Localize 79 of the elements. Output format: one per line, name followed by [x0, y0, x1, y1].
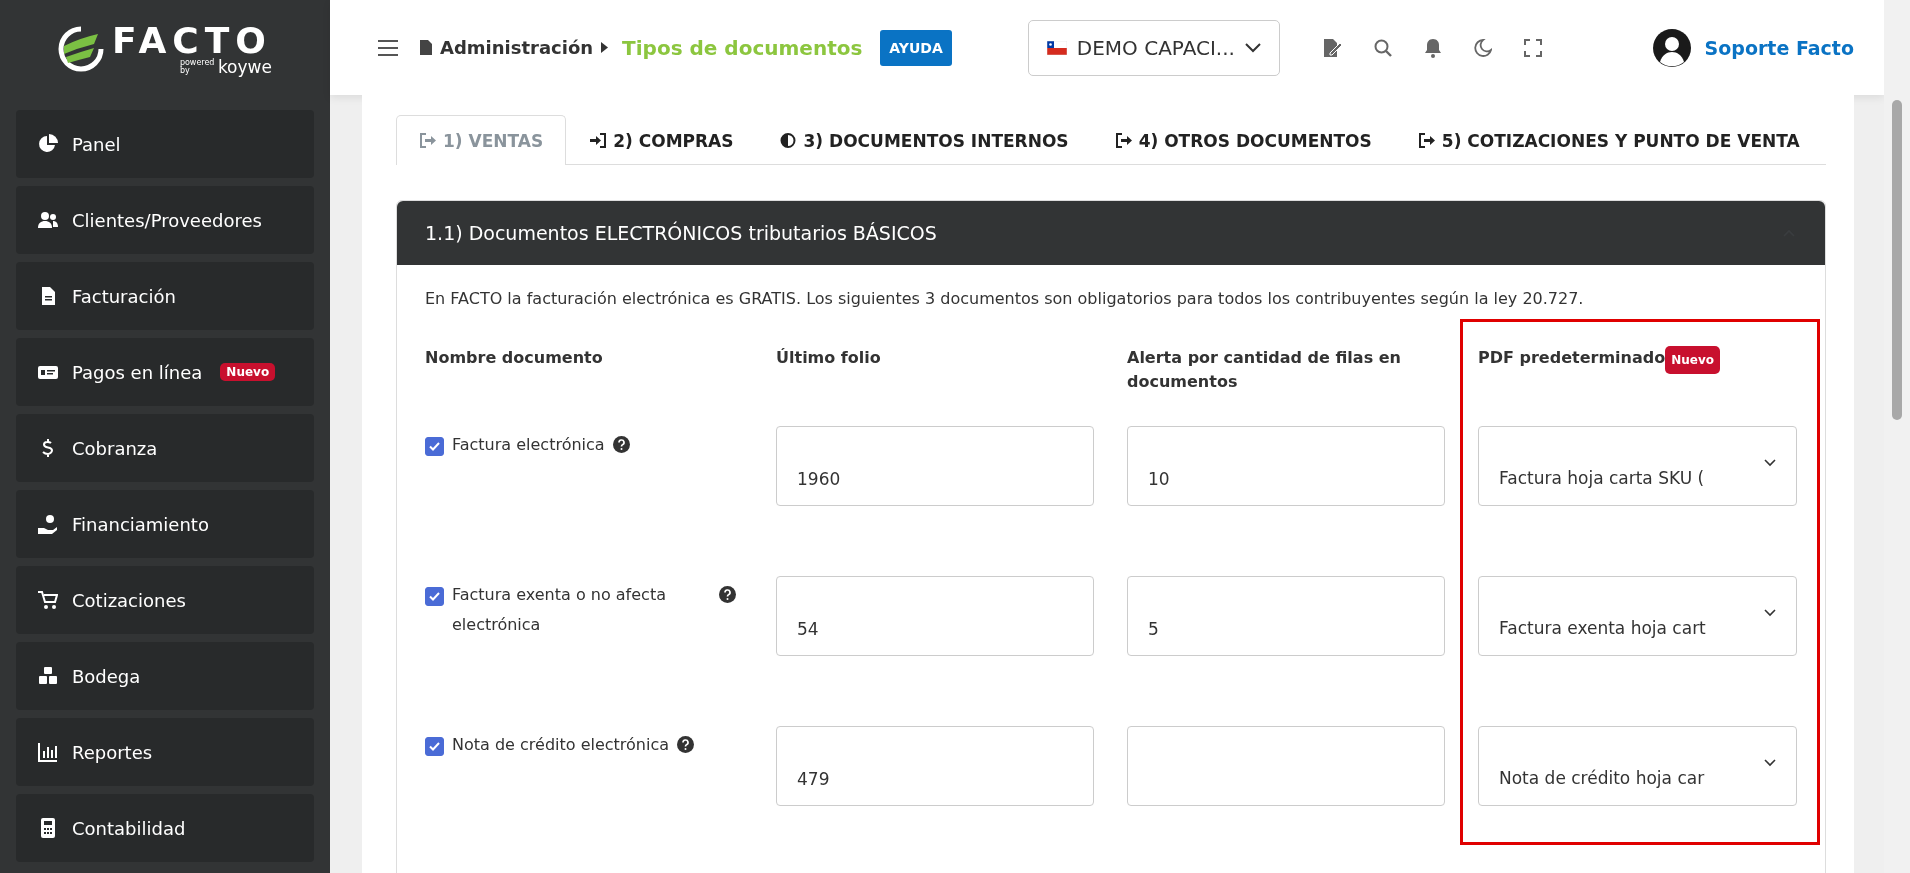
help-icon[interactable] — [612, 436, 630, 453]
help-icon[interactable] — [719, 586, 736, 603]
chevron-down-icon — [1764, 459, 1776, 467]
checkmark-icon — [429, 742, 440, 751]
column-header: Nombre documento — [425, 347, 603, 369]
tab[interactable]: 5) COTIZACIONES Y PUNTO DE VENTA — [1394, 115, 1823, 165]
chevron-down-icon — [1764, 759, 1776, 767]
document-icon — [420, 40, 432, 55]
company-select[interactable]: DEMO CAPACI... — [1027, 19, 1280, 76]
avatar-icon[interactable] — [1652, 28, 1691, 67]
alert-rows-input[interactable] — [1127, 726, 1445, 806]
sidebar-icon — [38, 514, 58, 534]
sidebar-icon — [38, 590, 58, 610]
logo-tagline: powered by — [179, 59, 214, 75]
column-header: Último folio — [776, 347, 881, 369]
sidebar-icon — [38, 666, 58, 686]
tab-icon — [1114, 133, 1133, 148]
sidebar-item[interactable]: Financiamiento — [16, 490, 314, 558]
checkbox[interactable] — [425, 437, 444, 456]
sidebar-icon — [38, 818, 58, 838]
folio-input[interactable]: 54 — [776, 576, 1094, 656]
sidebar-icon — [38, 742, 58, 762]
chevron-down-icon — [1244, 42, 1261, 53]
column-header: Alerta por cantidad de filas en documentos — [1127, 347, 1402, 393]
bell-icon[interactable] — [1423, 37, 1442, 58]
tab[interactable]: 4) OTROS DOCUMENTOS — [1091, 115, 1395, 165]
sidebar-item[interactable]: Reportes — [16, 718, 314, 786]
chevron-down-icon — [1764, 609, 1776, 617]
help-button[interactable]: AYUDA — [880, 29, 952, 66]
folio-input[interactable]: 479 — [776, 726, 1094, 806]
document-name: Nota de crédito electrónica — [452, 734, 670, 756]
sidebar-item[interactable]: Pagos en línea Nuevo — [16, 338, 314, 406]
sidebar-item[interactable]: Clientes/Proveedores — [16, 186, 314, 254]
help-icon[interactable] — [677, 736, 695, 753]
page-title: Tipos de documentos — [622, 35, 863, 60]
moon-icon[interactable] — [1473, 38, 1492, 57]
pdf-template-select[interactable]: Nota de crédito hoja car — [1478, 726, 1797, 806]
menu-icon[interactable] — [378, 39, 398, 56]
new-badge: Nuevo — [220, 363, 276, 381]
checkbox[interactable] — [425, 587, 444, 606]
sidebar-item[interactable]: Cotizaciones — [16, 566, 314, 634]
user-name-link[interactable]: Soporte Facto — [1704, 36, 1854, 59]
folio-input[interactable]: 1960 — [776, 426, 1094, 506]
pdf-template-select[interactable]: Factura hoja carta SKU ( — [1478, 426, 1797, 506]
sidebar-icon — [38, 134, 58, 154]
fullscreen-icon[interactable] — [1523, 38, 1542, 57]
tab-icon — [589, 133, 608, 148]
tab-icon — [779, 133, 798, 148]
logo-brand: koywe — [217, 58, 272, 76]
logo-swoosh-icon — [58, 26, 105, 72]
logo-wordmark: FACTO — [112, 22, 272, 59]
sidebar-item[interactable]: Contabilidad — [16, 794, 314, 862]
checkmark-icon — [429, 592, 440, 601]
pdf-template-select[interactable]: Factura exenta hoja cart — [1478, 576, 1797, 656]
sidebar-item[interactable]: Facturación — [16, 262, 314, 330]
alert-rows-input[interactable]: 5 — [1127, 576, 1445, 656]
checkbox[interactable] — [425, 737, 444, 756]
caret-right-icon — [601, 42, 609, 53]
breadcrumb-link[interactable]: Administración — [440, 37, 594, 58]
sidebar-item[interactable]: Panel — [16, 110, 314, 178]
sidebar-item[interactable]: Bodega — [16, 642, 314, 710]
sidebar-item[interactable]: Cobranza — [16, 414, 314, 482]
checkmark-icon — [429, 442, 440, 451]
tab[interactable]: 3) DOCUMENTOS INTERNOS — [756, 115, 1092, 165]
tab[interactable]: 2) COMPRAS — [566, 115, 757, 165]
document-name: Factura electrónica — [452, 434, 605, 456]
sidebar-icon — [38, 210, 58, 230]
flag-icon — [1046, 40, 1067, 55]
alert-rows-input[interactable]: 10 — [1127, 426, 1445, 506]
column-header: PDF predeterminado — [1478, 347, 1666, 369]
new-badge: Nuevo — [1665, 346, 1720, 374]
search-icon[interactable] — [1373, 38, 1392, 57]
tab-icon — [419, 133, 437, 148]
section-description: En FACTO la facturación electrónica es GRATIS. Los siguientes 3 documentos son obligatorios para todos los contribuyentes según la ley 20.727. — [425, 289, 1585, 308]
document-edit-icon[interactable] — [1321, 37, 1342, 58]
section-header[interactable]: 1.1) Documentos ELECTRÓNICOS tributarios BÁSICOS — [397, 201, 1825, 265]
document-name: Factura exenta o no afecta electrónica — [452, 584, 667, 636]
section-title: 1.1) Documentos ELECTRÓNICOS tributarios BÁSICOS — [425, 222, 937, 244]
tab-icon — [1417, 133, 1436, 148]
